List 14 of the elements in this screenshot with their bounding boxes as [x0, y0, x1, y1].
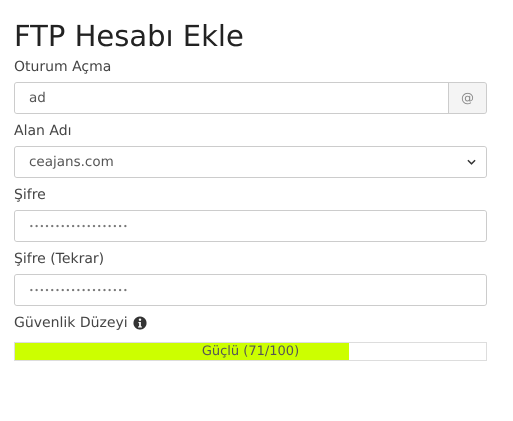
field-label: Şifre (Tekrar) [14, 250, 106, 268]
password-field[interactable]: ••••••••••••••••••• [14, 274, 487, 306]
field-label: Güvenlik Düzeyi [14, 314, 128, 332]
domain-select[interactable]: ceajans.com [14, 146, 487, 178]
field-label: Oturum Açma [14, 58, 112, 76]
caret-icon [467, 159, 476, 165]
password-field[interactable]: ••••••••••••••••••• [14, 210, 487, 242]
addon-button[interactable]: @ [449, 82, 487, 114]
strength-reading: Güçlü (71/100) [200, 343, 300, 360]
field-label: Şifre [14, 186, 47, 204]
info-icon[interactable] [132, 316, 147, 330]
page-title: FTP Hesabı Ekle [14, 18, 245, 54]
field-label: Alan Adı [14, 122, 72, 140]
input-field[interactable]: ad [14, 82, 449, 114]
